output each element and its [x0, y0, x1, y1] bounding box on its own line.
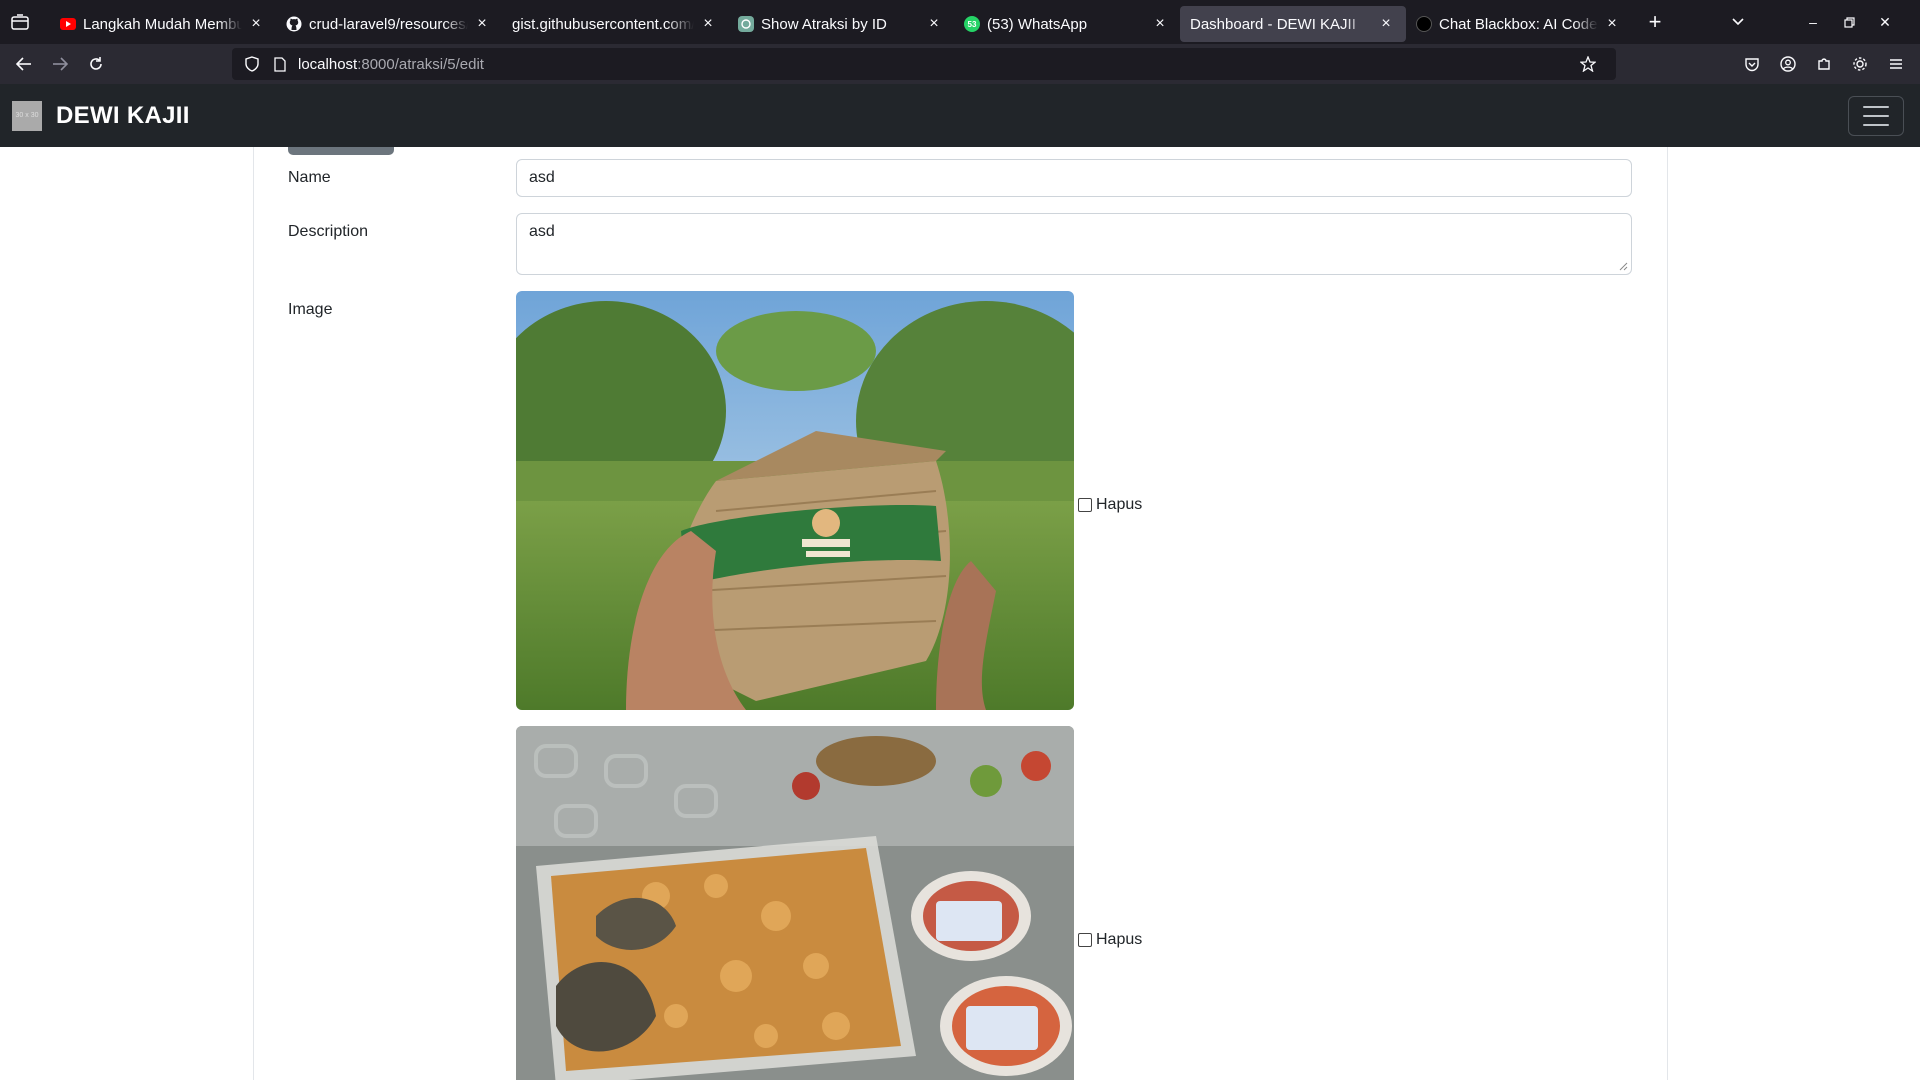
- tab-close-icon[interactable]: ×: [924, 14, 944, 34]
- name-input[interactable]: asd: [516, 159, 1632, 197]
- main-content: Name asd Description asd Image Hapus Hap…: [0, 147, 1920, 1080]
- puzzle-icon: [1818, 58, 1830, 70]
- account-button[interactable]: [1770, 48, 1806, 80]
- tab-title: gist.githubusercontent.com/: [512, 15, 694, 33]
- back-button[interactable]: [6, 48, 42, 80]
- logo-placeholder[interactable]: 30 x 30: [12, 100, 42, 131]
- tab-blackbox[interactable]: Chat Blackbox: AI Code G ×: [1406, 6, 1632, 42]
- tab-title: Langkah Mudah Membua: [83, 15, 242, 33]
- gear-icon: [1853, 57, 1867, 71]
- account-icon: [1780, 56, 1796, 72]
- new-tab-button[interactable]: +: [1638, 5, 1672, 39]
- tab-youtube[interactable]: Langkah Mudah Membua ×: [50, 6, 276, 42]
- image-label: Image: [288, 301, 333, 318]
- tab-title: Chat Blackbox: AI Code G: [1439, 15, 1598, 33]
- chatgpt-icon: [738, 16, 754, 32]
- navbar-toggler-button[interactable]: [1848, 96, 1904, 136]
- delete-image-2-checkbox[interactable]: Hapus: [1078, 931, 1142, 949]
- bookmark-star-icon[interactable]: [1578, 54, 1598, 74]
- youtube-icon: [60, 18, 76, 30]
- tab-close-icon[interactable]: ×: [1150, 14, 1170, 34]
- delete-label: Hapus: [1096, 496, 1143, 513]
- firefox-view-icon: [11, 14, 29, 30]
- url-path: :8000/atraksi/5/edit: [357, 55, 484, 73]
- url-host: localhost: [298, 55, 358, 73]
- description-value: asd: [529, 223, 555, 240]
- tab-title: crud-laravel9/resources/v: [309, 15, 468, 33]
- pocket-button[interactable]: [1734, 48, 1770, 80]
- pocket-icon: [1745, 57, 1759, 71]
- name-label: Name: [288, 169, 331, 186]
- tab-close-icon[interactable]: ×: [1376, 14, 1396, 34]
- tab-gist[interactable]: gist.githubusercontent.com/ ×: [502, 6, 728, 42]
- tab-chatgpt[interactable]: Show Atraksi by ID ×: [728, 6, 954, 42]
- restore-icon: [1843, 16, 1855, 28]
- checkbox-icon[interactable]: [1078, 498, 1092, 512]
- menu-button[interactable]: [1878, 48, 1914, 80]
- minimize-icon: –: [1809, 14, 1817, 30]
- minimize-button[interactable]: –: [1798, 7, 1828, 37]
- tab-github[interactable]: crud-laravel9/resources/v ×: [276, 6, 502, 42]
- restore-button[interactable]: [1834, 7, 1864, 37]
- close-icon: ✕: [1879, 13, 1891, 30]
- hamburger-icon: [1863, 106, 1889, 126]
- partial-button[interactable]: [288, 147, 394, 155]
- tab-whatsapp[interactable]: 53 (53) WhatsApp ×: [954, 6, 1180, 42]
- extensions-button[interactable]: [1806, 48, 1842, 80]
- delete-label: Hapus: [1096, 931, 1143, 948]
- description-label: Description: [288, 223, 369, 240]
- firefox-view-button[interactable]: [0, 0, 40, 44]
- close-window-button[interactable]: ✕: [1870, 7, 1900, 37]
- arrow-left-icon: [16, 57, 31, 71]
- browser-nav-bar: localhost:8000/atraksi/5/edit: [0, 44, 1920, 84]
- addon-button[interactable]: [1842, 48, 1878, 80]
- browser-tab-bar: Langkah Mudah Membua × crud-laravel9/res…: [0, 0, 1920, 44]
- atraksi-image-2: [516, 726, 1074, 1080]
- chevron-down-icon: [1732, 18, 1744, 26]
- whatsapp-icon: 53: [964, 16, 980, 32]
- url-bar[interactable]: localhost:8000/atraksi/5/edit: [232, 48, 1616, 80]
- plus-icon: +: [1648, 9, 1662, 34]
- tab-close-icon[interactable]: ×: [246, 14, 266, 34]
- tab-title: (53) WhatsApp: [987, 15, 1088, 33]
- toolbar-right: [1734, 44, 1920, 84]
- arrow-right-icon: [53, 57, 68, 71]
- list-all-tabs-button[interactable]: [1718, 14, 1758, 30]
- brand-title[interactable]: DEWI KAJII: [56, 102, 190, 130]
- resize-handle-icon[interactable]: [1618, 261, 1628, 271]
- tab-close-icon[interactable]: ×: [698, 14, 718, 34]
- hamburger-icon: [1890, 59, 1902, 69]
- app-navbar: 30 x 30 DEWI KAJII: [0, 84, 1920, 147]
- tab-title: Dashboard - DEWI KAJII: [1190, 15, 1356, 33]
- reload-icon: [90, 57, 102, 70]
- forward-button[interactable]: [42, 48, 78, 80]
- tab-dashboard-active[interactable]: Dashboard - DEWI KAJII ×: [1180, 6, 1406, 42]
- reload-button[interactable]: [78, 48, 114, 80]
- shield-icon[interactable]: [242, 54, 262, 74]
- atraksi-image-1: [516, 291, 1074, 710]
- tab-close-icon[interactable]: ×: [472, 14, 492, 34]
- tab-title: Show Atraksi by ID: [761, 15, 887, 33]
- checkbox-icon[interactable]: [1078, 933, 1092, 947]
- page-icon[interactable]: [270, 54, 290, 74]
- blackbox-icon: [1416, 16, 1432, 32]
- description-textarea[interactable]: asd: [516, 213, 1632, 275]
- github-icon: [286, 16, 302, 32]
- delete-image-1-checkbox[interactable]: Hapus: [1078, 496, 1142, 514]
- tab-close-icon[interactable]: ×: [1602, 14, 1622, 34]
